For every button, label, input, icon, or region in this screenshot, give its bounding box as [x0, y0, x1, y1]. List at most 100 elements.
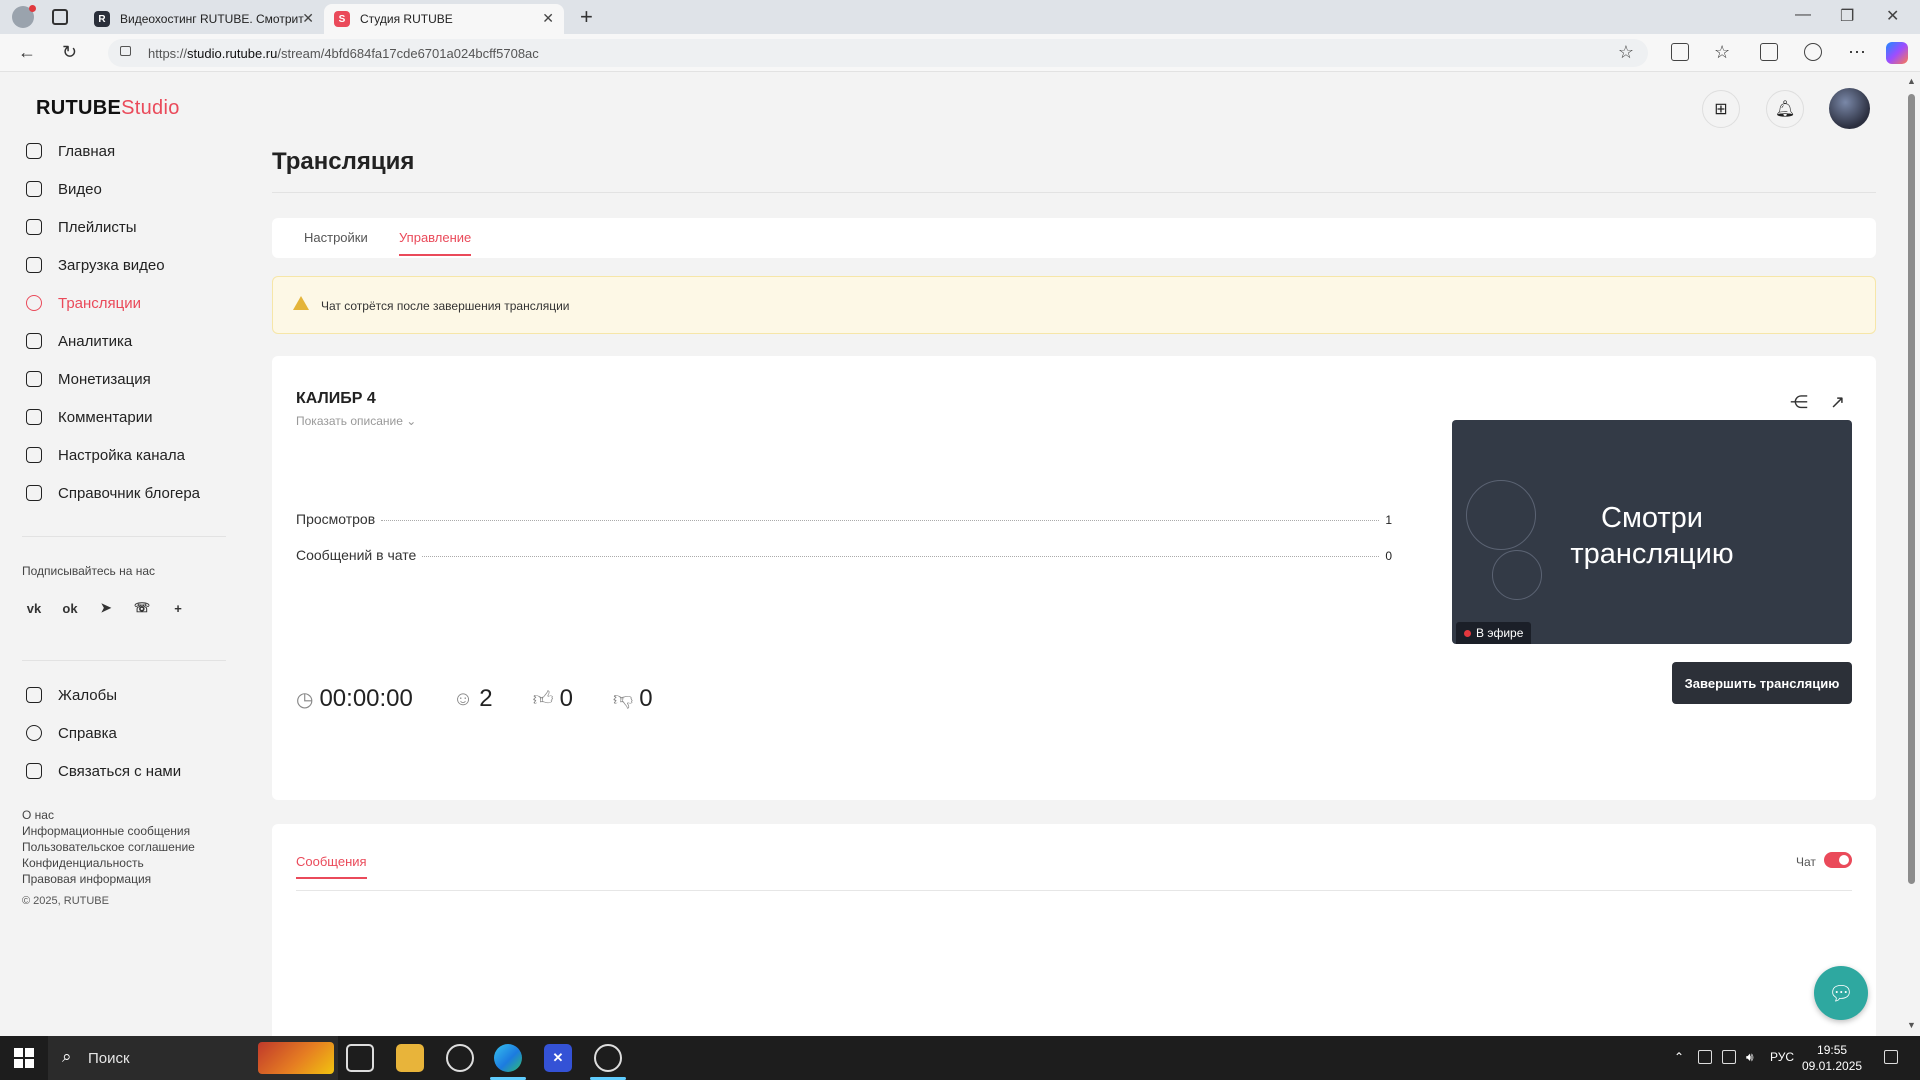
- tray-overflow-icon[interactable]: ⌃: [1674, 1050, 1684, 1064]
- tab-settings[interactable]: Настройки: [304, 230, 368, 245]
- stream-preview[interactable]: Смотри трансляцию В эфире: [1452, 420, 1852, 644]
- clock[interactable]: 19:55 09.01.2025: [1802, 1042, 1862, 1074]
- camera-tray-icon[interactable]: [1698, 1050, 1712, 1064]
- notifications-icon[interactable]: [1884, 1050, 1898, 1064]
- footer-link-agreement[interactable]: Пользовательское соглашение: [22, 839, 195, 855]
- scroll-up-icon[interactable]: ▲: [1907, 76, 1916, 86]
- sidebar-item-monetization[interactable]: Монетизация: [0, 360, 230, 398]
- language-indicator[interactable]: РУС: [1770, 1050, 1794, 1064]
- collections-icon[interactable]: [1760, 43, 1778, 61]
- vk-icon[interactable]: vk: [22, 596, 46, 620]
- sidebar-item-label: Жалобы: [58, 686, 117, 704]
- sidebar-bottom: Жалобы Справка Связаться с нами: [0, 676, 230, 790]
- copilot-icon[interactable]: [1886, 42, 1908, 64]
- sidebar-item-channel-settings[interactable]: Настройка канала: [0, 436, 230, 474]
- support-chat-button[interactable]: 💬︎: [1814, 966, 1868, 1020]
- chat-toggle[interactable]: [1824, 852, 1852, 868]
- sidebar-item-upload[interactable]: Загрузка видео: [0, 246, 230, 284]
- close-window-icon[interactable]: ✕: [1886, 6, 1899, 26]
- scroll-down-icon[interactable]: ▼: [1907, 1020, 1916, 1030]
- sidebar-item-broadcasts[interactable]: Трансляции: [0, 284, 230, 322]
- volume-icon[interactable]: 🔊︎: [1746, 1050, 1754, 1065]
- search-placeholder: Поиск: [88, 1050, 130, 1067]
- clock-time: 19:55: [1817, 1043, 1848, 1057]
- url-text: https://studio.rutube.ru/stream/4bfd684f…: [148, 46, 539, 61]
- end-stream-button[interactable]: Завершить трансляцию: [1672, 662, 1852, 704]
- show-description-toggle[interactable]: Показать описание ⌄: [296, 414, 416, 428]
- minimize-icon[interactable]: —: [1795, 6, 1811, 24]
- share-icon[interactable]: ⋲: [1790, 392, 1808, 413]
- rutube-favicon-icon: R: [94, 11, 110, 27]
- sidebar-item-contact[interactable]: Связаться с нами: [0, 752, 230, 790]
- lock-icon[interactable]: [120, 46, 131, 56]
- sidebar-item-label: Настройка канала: [58, 446, 185, 464]
- viber-icon[interactable]: ☏: [130, 596, 154, 620]
- back-icon[interactable]: ←: [18, 42, 36, 63]
- browser-tab-rutube[interactable]: R Видеохостинг RUTUBE. Смотрит ✕: [84, 4, 324, 34]
- refresh-icon[interactable]: ↻: [62, 42, 77, 63]
- social-links: vk ok ➤ ☏ +: [22, 596, 190, 620]
- avatar[interactable]: [1829, 88, 1870, 129]
- app-icon[interactable]: [446, 1044, 474, 1072]
- browser-essentials-icon[interactable]: [1804, 43, 1822, 61]
- tab-actions-icon[interactable]: [52, 9, 68, 25]
- profile-icon[interactable]: [12, 5, 36, 28]
- sidebar-item-help[interactable]: Справка: [0, 714, 230, 752]
- scrollbar-thumb[interactable]: [1908, 94, 1915, 884]
- sidebar-item-complaints[interactable]: Жалобы: [0, 676, 230, 714]
- app-icon[interactable]: ✕: [544, 1044, 572, 1072]
- dislikes-value: 0: [639, 685, 653, 712]
- sidebar-item-playlists[interactable]: Плейлисты: [0, 208, 230, 246]
- favorites-icon[interactable]: ☆: [1714, 42, 1730, 63]
- split-screen-icon[interactable]: [1671, 43, 1689, 61]
- task-view-icon[interactable]: [346, 1044, 374, 1072]
- more-social-icon[interactable]: +: [166, 596, 190, 620]
- create-button[interactable]: ⊞: [1702, 90, 1740, 128]
- url-field[interactable]: https://studio.rutube.ru/stream/4bfd684f…: [108, 39, 1648, 67]
- sidebar-item-label: Связаться с нами: [58, 762, 182, 780]
- sidebar-item-label: Трансляции: [58, 294, 142, 312]
- notifications-button[interactable]: 🔔︎: [1766, 90, 1804, 128]
- footer-link-about[interactable]: О нас: [22, 807, 195, 823]
- tab-messages[interactable]: Сообщения: [296, 854, 367, 879]
- browser-tab-studio[interactable]: S Студия RUTUBE ✕: [324, 4, 564, 34]
- close-tab-icon[interactable]: ✕: [542, 10, 554, 27]
- odnoklassniki-icon[interactable]: ok: [58, 596, 82, 620]
- favorite-star-icon[interactable]: ☆: [1618, 42, 1634, 63]
- more-menu-icon[interactable]: ⋯: [1848, 42, 1866, 63]
- sidebar-item-analytics[interactable]: Аналитика: [0, 322, 230, 360]
- page-scrollbar[interactable]: ▲ ▼: [1904, 72, 1920, 1036]
- preview-text-line: трансляцию: [1570, 538, 1734, 570]
- rutube-studio-logo[interactable]: RUTUBEStudio: [36, 97, 180, 120]
- tab-management[interactable]: Управление: [399, 230, 472, 256]
- stat-label: Просмотров: [296, 511, 376, 527]
- address-bar-row: ← ↻ https://studio.rutube.ru/stream/4bfd…: [0, 34, 1920, 72]
- close-tab-icon[interactable]: ✕: [302, 10, 314, 27]
- video-icon: [26, 181, 42, 197]
- thumbs-up-icon: 👍︎: [532, 688, 554, 710]
- restore-icon[interactable]: ❐: [1840, 6, 1854, 26]
- file-explorer-icon[interactable]: [396, 1044, 424, 1072]
- footer-link-info[interactable]: Информационные сообщения: [22, 823, 195, 839]
- sidebar: Главная Видео Плейлисты Загрузка видео Т…: [0, 132, 230, 512]
- sidebar-item-home[interactable]: Главная: [0, 132, 230, 170]
- obs-icon[interactable]: [594, 1044, 622, 1072]
- open-external-icon[interactable]: ↗: [1830, 392, 1845, 413]
- playlist-icon: [26, 219, 42, 235]
- stat-label: Сообщений в чате: [296, 547, 417, 563]
- edge-browser-icon[interactable]: [494, 1044, 522, 1072]
- telegram-icon[interactable]: ➤: [94, 596, 118, 620]
- home-icon: [26, 143, 42, 159]
- sidebar-item-handbook[interactable]: Справочник блогера: [0, 474, 230, 512]
- new-tab-icon[interactable]: +: [580, 4, 593, 30]
- footer-links: О нас Информационные сообщения Пользоват…: [22, 807, 195, 887]
- sidebar-item-comments[interactable]: Комментарии: [0, 398, 230, 436]
- footer-link-privacy[interactable]: Конфиденциальность: [22, 855, 195, 871]
- clock-icon: ◷: [296, 688, 314, 711]
- footer-link-legal[interactable]: Правовая информация: [22, 871, 195, 887]
- taskbar-search[interactable]: ⌕ Поиск: [48, 1036, 338, 1080]
- sidebar-item-video[interactable]: Видео: [0, 170, 230, 208]
- windows-start-icon[interactable]: [14, 1048, 34, 1068]
- stat-chat-messages: Сообщений в чате 0: [296, 547, 1392, 563]
- network-icon[interactable]: [1722, 1050, 1736, 1064]
